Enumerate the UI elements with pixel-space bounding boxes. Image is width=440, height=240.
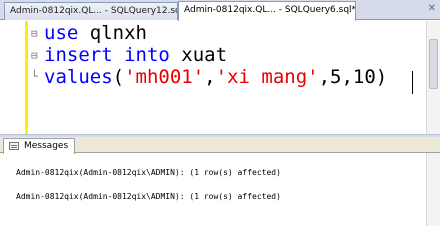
close-icon[interactable]: ✕ bbox=[428, 3, 436, 14]
results-scrollbar[interactable] bbox=[426, 153, 440, 226]
keyword: insert bbox=[44, 44, 113, 66]
collapse-icon[interactable]: ⊟ bbox=[31, 28, 38, 39]
editor-scrollbar[interactable] bbox=[426, 21, 440, 134]
code-line-2: insert into xuat bbox=[44, 44, 227, 66]
keyword: into bbox=[124, 44, 170, 66]
paren: ( bbox=[112, 66, 125, 88]
tab-sqlquery6[interactable]: Admin-0812qix.QL... - SQLQuery6.sql* bbox=[178, 1, 356, 21]
comma: , bbox=[204, 66, 216, 88]
tab-label: Messages bbox=[24, 141, 69, 151]
keyword: use bbox=[44, 22, 79, 44]
tab-messages[interactable]: Messages bbox=[3, 138, 76, 154]
document-tab-strip: Admin-0812qix.QL... - SQLQuery12.sql Adm… bbox=[0, 0, 440, 21]
string-literal: 'mh001' bbox=[124, 66, 205, 88]
message-line: Admin-0812qix(Admin-0812qix\ADMIN): (1 r… bbox=[16, 192, 281, 201]
string-literal: 'xi mang' bbox=[215, 66, 319, 88]
message-line: Admin-0812qix(Admin-0812qix\ADMIN): (1 r… bbox=[16, 168, 281, 177]
scrollbar-thumb[interactable] bbox=[429, 39, 438, 89]
values-tail: ,5,10) bbox=[318, 66, 388, 88]
results-pane: Messages Admin-0812qix(Admin-0812qix\ADM… bbox=[0, 137, 440, 226]
tab-sqlquery12[interactable]: Admin-0812qix.QL... - SQLQuery12.sql bbox=[4, 2, 178, 20]
collapse-icon[interactable]: ⊟ bbox=[31, 50, 38, 61]
messages-icon bbox=[9, 142, 19, 150]
query-editor[interactable]: ⊟ use qlnxh ⊟ insert into xuat └ values(… bbox=[0, 21, 440, 134]
outline-end-marker: └ bbox=[31, 70, 38, 83]
keyword: values bbox=[44, 66, 113, 88]
change-tracking-bar bbox=[25, 21, 28, 134]
code-line-1: use qlnxh bbox=[44, 22, 147, 44]
identifier: qlnxh bbox=[78, 22, 147, 44]
tab-label: Admin-0812qix.QL... - SQLQuery12.sql bbox=[10, 6, 178, 16]
text-caret bbox=[412, 71, 413, 94]
code-line-3: values('mh001','xi mang',5,10) bbox=[44, 66, 387, 88]
identifier: xuat bbox=[169, 44, 228, 66]
results-tab-strip: Messages bbox=[0, 137, 440, 154]
tab-label: Admin-0812qix.QL... - SQLQuery6.sql* bbox=[184, 5, 356, 15]
